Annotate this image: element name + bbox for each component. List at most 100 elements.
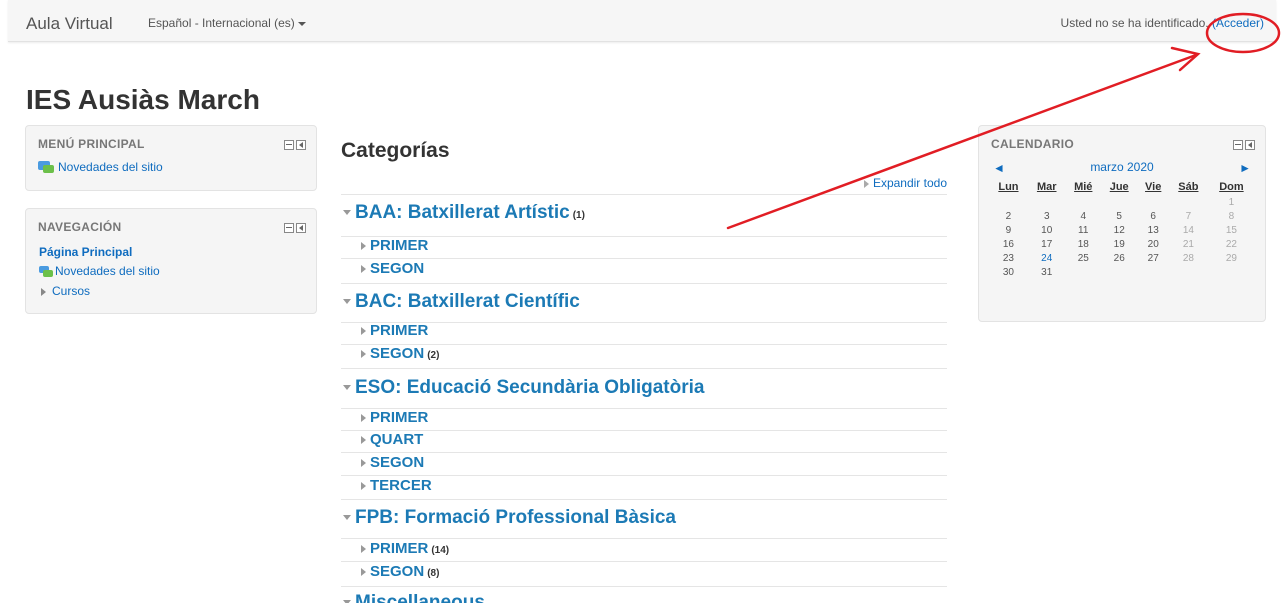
subcategory-item[interactable]: SEGON	[361, 454, 427, 471]
block-title: MENÚ PRINCIPAL	[38, 137, 145, 151]
triangle-right-icon	[361, 327, 366, 336]
triangle-right-icon	[361, 265, 366, 274]
weekday-header: Dom	[1219, 180, 1244, 193]
calendar-day: 1	[1228, 196, 1235, 208]
category-baa[interactable]: BAA: Batxillerat Artístic (1)	[341, 202, 585, 224]
calendar-day	[1169, 195, 1208, 209]
divider	[341, 586, 947, 587]
calendar-day: 29	[1225, 252, 1237, 264]
calendar-day: 12	[1113, 224, 1125, 236]
nav-courses-label: Cursos	[52, 284, 91, 298]
triangle-right-icon	[361, 568, 366, 577]
minimize-icon[interactable]	[1233, 140, 1243, 150]
calendar-today[interactable]: 24	[1028, 251, 1066, 265]
top-navbar: Aula Virtual Español - Internacional (es…	[8, 0, 1276, 42]
forum-icon	[38, 160, 54, 175]
next-month-icon[interactable]: ►	[1239, 161, 1251, 175]
calendar-day: 18	[1077, 238, 1089, 250]
block-controls	[282, 138, 306, 153]
triangle-right-icon	[361, 242, 366, 251]
block-title: CALENDARIO	[991, 137, 1074, 151]
language-menu[interactable]: Español - Internacional (es)	[148, 16, 306, 30]
calendar-day: 5	[1116, 210, 1122, 222]
calendar-day: 23	[1002, 252, 1014, 264]
calendar-day: 4	[1080, 210, 1087, 222]
calendar-day	[1137, 265, 1168, 279]
dock-icon[interactable]	[296, 140, 306, 150]
page-title: IES Ausiàs March	[26, 84, 260, 115]
weekday-header-row: Lun Mar Mié Jue Vie Sáb Dom	[989, 178, 1255, 195]
subcategory-name: PRIMER	[370, 237, 429, 254]
calendar-day: 3	[1043, 210, 1050, 222]
divider	[341, 283, 947, 284]
login-link[interactable]: (Acceder)	[1212, 16, 1264, 30]
dock-icon[interactable]	[296, 223, 306, 233]
calendar-day	[1066, 265, 1101, 279]
calendar-block: CALENDARIO ◄ marzo 2020 ► Lun Mar Mié Ju…	[978, 125, 1266, 322]
divider	[341, 499, 947, 500]
subcategory-item[interactable]: SEGON	[361, 260, 427, 277]
main-menu-news-link[interactable]: Novedades del sitio	[38, 160, 163, 175]
subcategory-name: PRIMER	[370, 540, 429, 557]
course-count: (1)	[572, 210, 585, 221]
divider	[341, 368, 947, 369]
calendar-day	[1101, 265, 1138, 279]
triangle-right-icon	[863, 179, 869, 188]
weekday-header: Jue	[1109, 180, 1129, 193]
subcategory-item[interactable]: PRIMER	[361, 409, 431, 426]
weekday-header: Sáb	[1178, 180, 1199, 193]
weekday-header: Mar	[1036, 180, 1057, 193]
nav-courses-link[interactable]: Cursos	[39, 284, 90, 298]
calendar-day: 7	[1185, 210, 1192, 222]
category-name: ESO: Educació Secundària Obligatòria	[355, 377, 705, 398]
category-fpb[interactable]: FPB: Formació Professional Bàsica	[341, 507, 679, 529]
calendar-day: 28	[1182, 252, 1194, 264]
subcategory-name: SEGON	[370, 345, 425, 362]
subcategory-name: QUART	[370, 431, 424, 448]
subcategory-item[interactable]: SEGON (2)	[361, 345, 439, 362]
minimize-icon[interactable]	[284, 140, 294, 150]
triangle-right-icon	[361, 436, 366, 445]
divider	[341, 452, 947, 453]
triangle-down-icon	[343, 515, 351, 521]
category-misc[interactable]: Miscellaneous	[341, 592, 488, 603]
subcategory-item[interactable]: PRIMER	[361, 322, 431, 339]
subcategory-name: PRIMER	[370, 322, 429, 339]
calendar-day: 20	[1147, 238, 1159, 250]
course-count: (8)	[427, 568, 440, 579]
expand-all-link[interactable]: Expandir todo	[862, 176, 947, 190]
subcategory-name: SEGON	[370, 454, 425, 471]
category-name: BAC: Batxillerat Científic	[355, 291, 580, 312]
calendar-day: 21	[1182, 238, 1194, 250]
divider	[341, 538, 947, 539]
subcategory-item[interactable]: PRIMER	[361, 237, 431, 254]
divider	[341, 475, 947, 476]
category-bac[interactable]: BAC: Batxillerat Científic	[341, 291, 583, 313]
calendar-day: 13	[1147, 224, 1159, 236]
triangle-right-icon	[361, 414, 366, 423]
minimize-icon[interactable]	[284, 223, 294, 233]
calendar-day	[1066, 195, 1101, 209]
nav-home-link[interactable]: Página Principal	[39, 245, 132, 259]
calendar-day: 30	[1002, 266, 1014, 278]
subcategory-item[interactable]: SEGON (8)	[361, 563, 439, 580]
calendar-month-link[interactable]: marzo 2020	[979, 160, 1265, 174]
subcategory-item[interactable]: TERCER	[361, 477, 435, 494]
triangle-down-icon	[343, 299, 351, 305]
expand-all-label: Expandir todo	[872, 176, 947, 190]
nav-news-link[interactable]: Novedades del sitio	[39, 264, 160, 278]
divider	[341, 430, 947, 431]
calendar-day: 8	[1228, 210, 1235, 222]
site-brand-link[interactable]: Aula Virtual	[26, 14, 113, 34]
navigation-block: NAVEGACIÓN Página Principal Novedades de…	[25, 208, 317, 314]
calendar-day	[1101, 195, 1138, 209]
divider	[341, 561, 947, 562]
category-eso[interactable]: ESO: Educació Secundària Obligatòria	[341, 377, 707, 399]
main-menu-block: MENÚ PRINCIPAL Novedades del sitio	[25, 125, 317, 191]
dock-icon[interactable]	[1245, 140, 1255, 150]
caret-down-icon	[297, 21, 306, 26]
subcategory-item[interactable]: QUART	[361, 431, 426, 448]
course-count: (14)	[431, 545, 450, 556]
subcategory-item[interactable]: PRIMER (14)	[361, 540, 449, 557]
divider	[341, 194, 947, 195]
